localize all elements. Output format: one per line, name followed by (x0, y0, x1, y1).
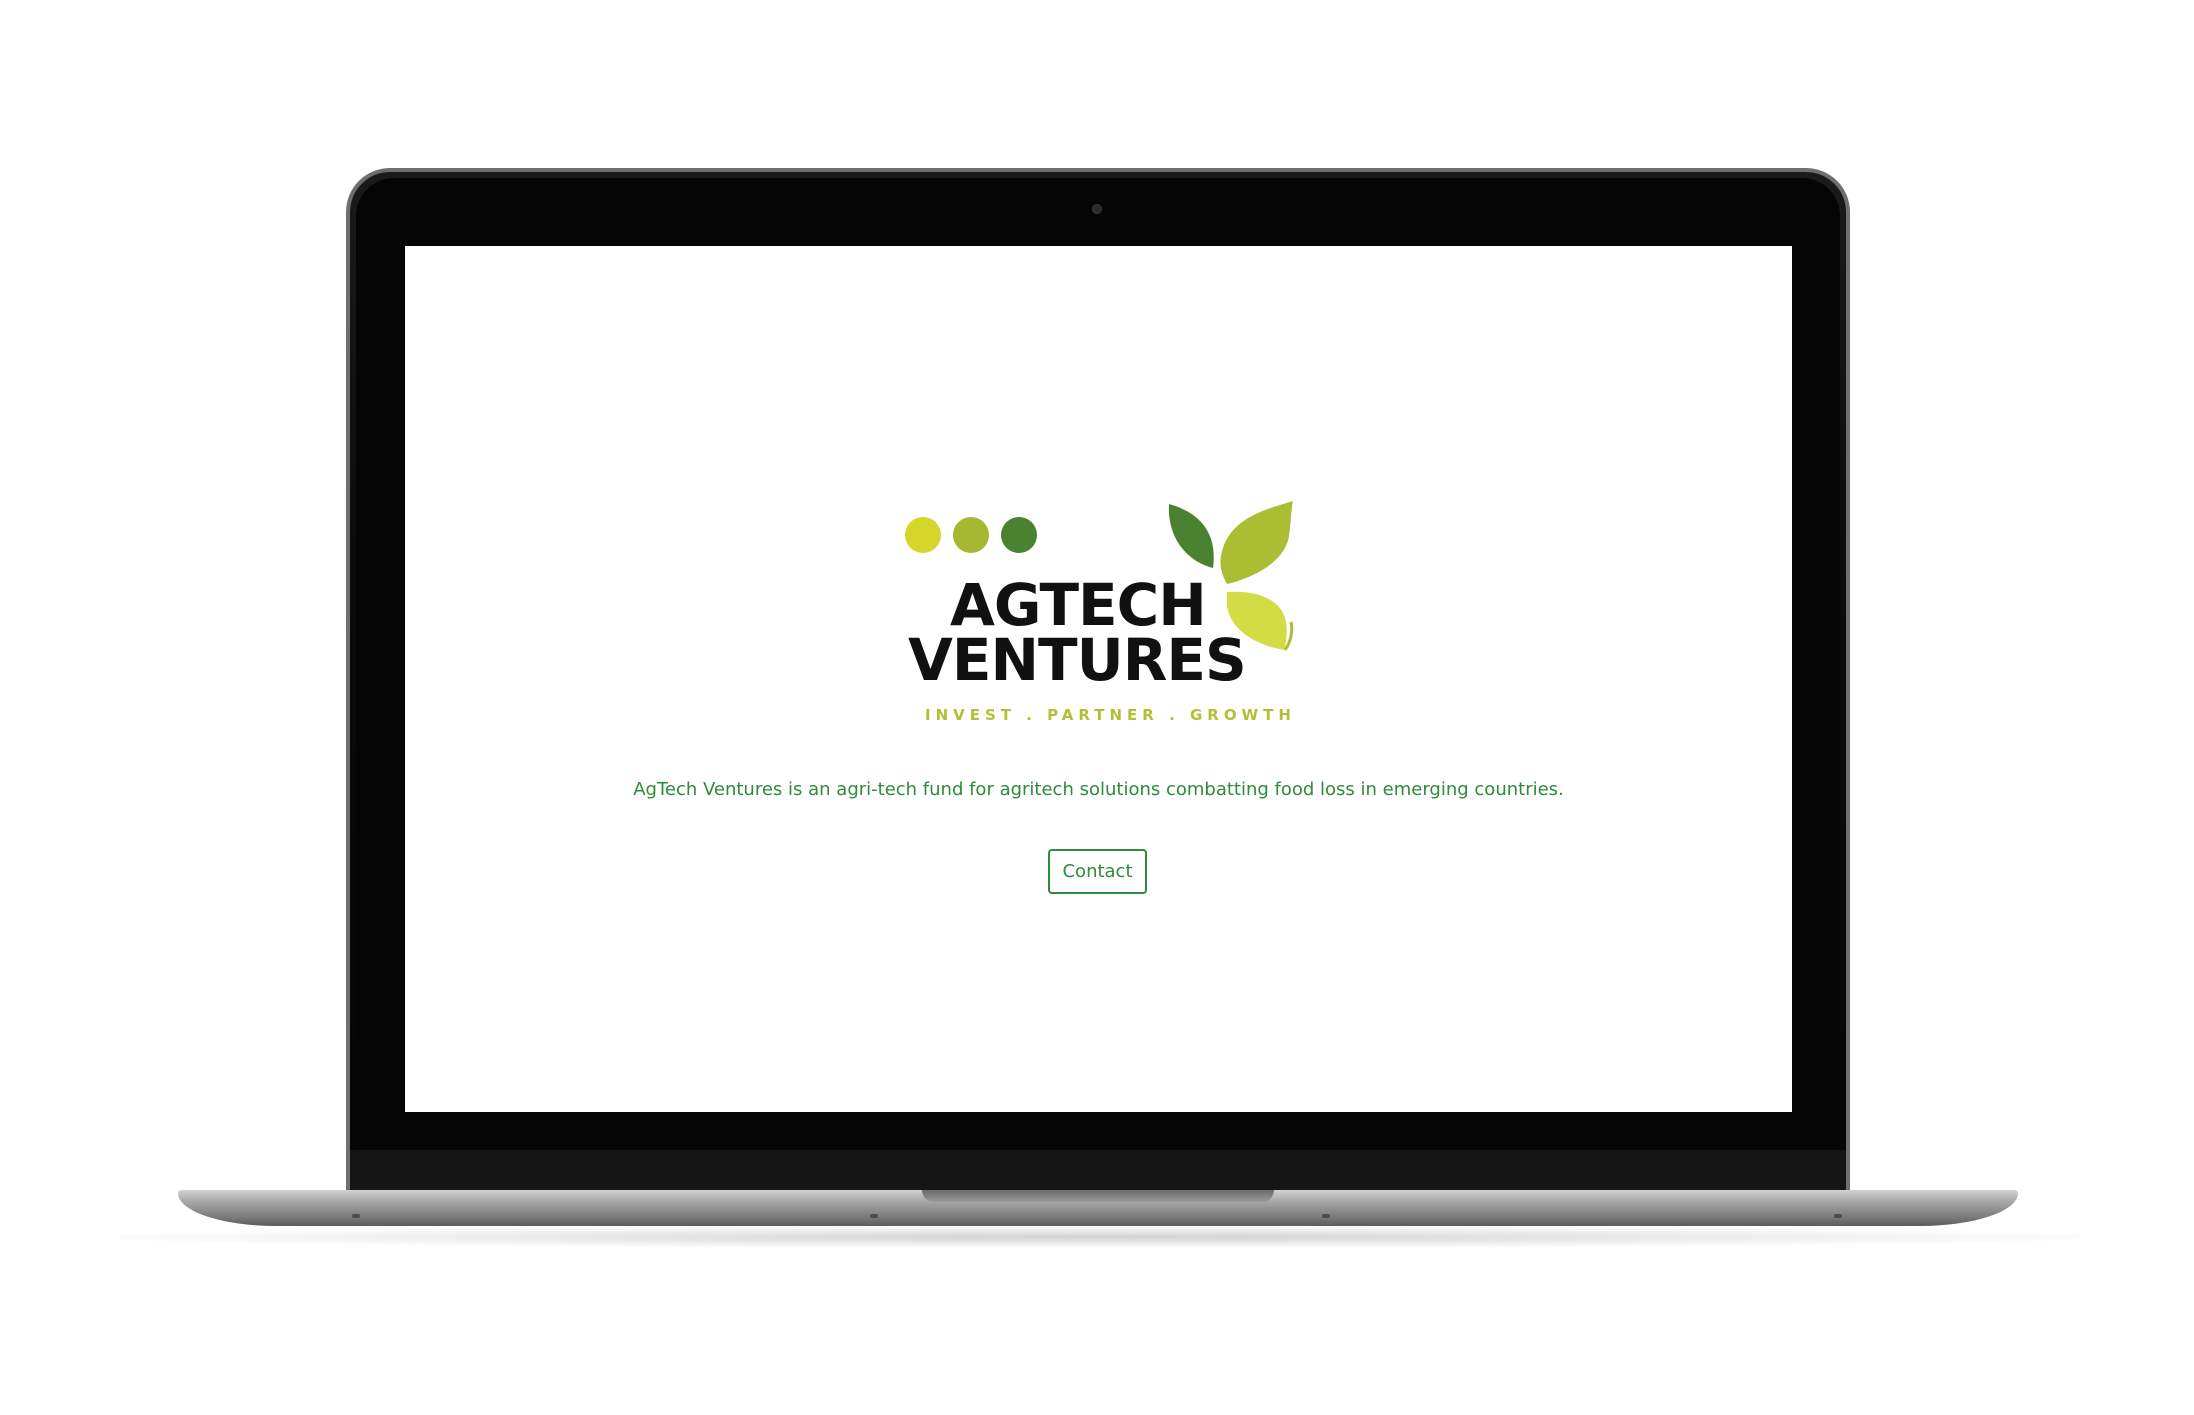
laptop-foot (1834, 1214, 1842, 1218)
laptop-mockup-stage: AGTECH VENTURES INVEST . PARTNER . GROWT… (0, 0, 2194, 1415)
logo-dot-green (1001, 517, 1037, 553)
laptop-foot (352, 1214, 360, 1218)
laptop-foot (870, 1214, 878, 1218)
laptop-chin (350, 1150, 1846, 1192)
website-screen: AGTECH VENTURES INVEST . PARTNER . GROWT… (405, 246, 1792, 1112)
logo-dot-yellow (905, 517, 941, 553)
hero-description: AgTech Ventures is an agri-tech fund for… (633, 779, 1564, 800)
laptop-foot (1322, 1214, 1330, 1218)
brand-tagline: INVEST . PARTNER . GROWTH (925, 706, 1296, 724)
leaf-dark (1168, 504, 1214, 568)
contact-button-label: Contact (1062, 861, 1133, 882)
camera-icon (1092, 204, 1102, 214)
laptop-shadow (120, 1226, 2080, 1248)
brand-name-line2: VENTURES (908, 626, 1247, 694)
contact-button[interactable]: Contact (1048, 849, 1147, 894)
leaf-mid (1220, 501, 1293, 584)
logo-dot-olive (953, 517, 989, 553)
three-circles-icon (905, 517, 1037, 553)
laptop-opening-notch (922, 1190, 1274, 1202)
